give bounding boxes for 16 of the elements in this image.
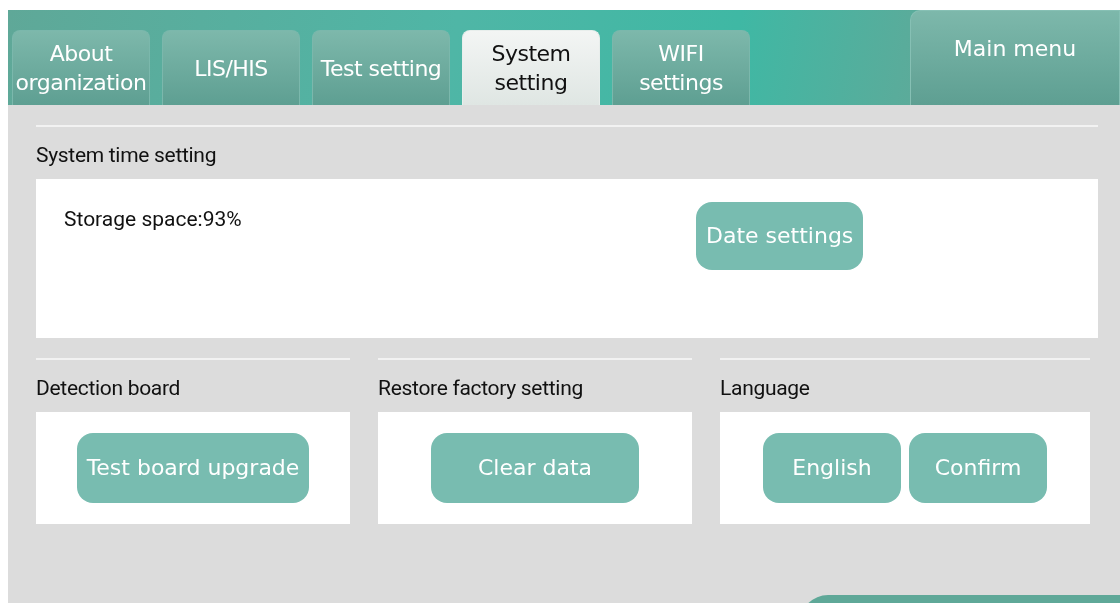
tab[interactable]: Test setting [312, 30, 450, 105]
tab[interactable]: System setting [462, 30, 600, 105]
action-button[interactable]: English [763, 433, 901, 503]
tab[interactable]: WIFI settings [612, 30, 750, 105]
action-button[interactable]: Clear data [431, 433, 639, 503]
action-button[interactable]: Confirm [909, 433, 1047, 503]
tab[interactable]: About organization [12, 30, 150, 105]
storage-label: Storage space:93% [64, 207, 243, 231]
action-button[interactable]: Test board upgrade [76, 433, 310, 503]
section-title: Restore factory setting [378, 375, 584, 402]
tab[interactable]: LIS/HIS [162, 30, 300, 105]
main-menu-button[interactable]: Main menu [910, 10, 1120, 105]
section-title: Language [720, 375, 811, 402]
section-title: System time setting [36, 142, 218, 169]
date-settings-button[interactable]: Date settings [696, 202, 864, 270]
section-title: Detection board [36, 375, 182, 402]
